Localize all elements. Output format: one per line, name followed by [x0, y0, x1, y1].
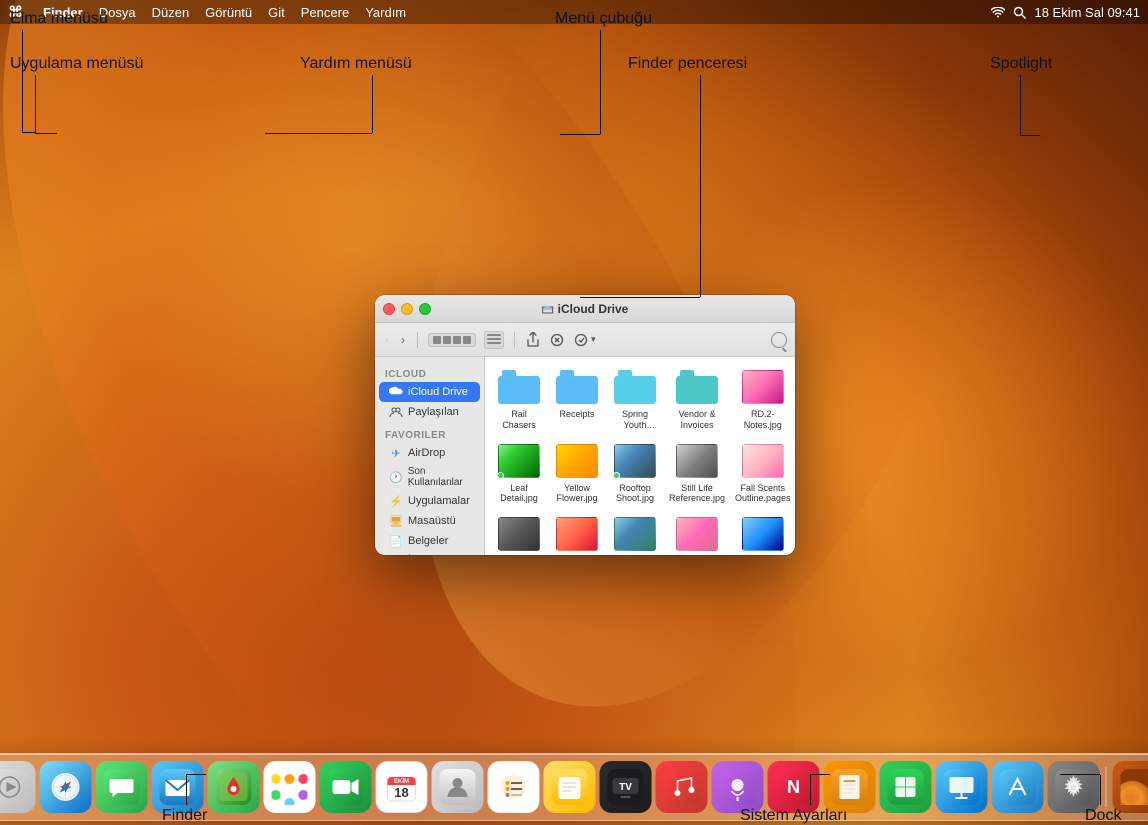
sidebar-item-downloads[interactable]: ⬇ İndirilenler — [379, 551, 480, 555]
menubar-pencere[interactable]: Pencere — [301, 5, 349, 20]
dock-app-facetime[interactable] — [320, 761, 372, 813]
file-item-leaf[interactable]: Leaf Detail.jpg — [493, 439, 545, 507]
minimize-button[interactable] — [401, 303, 413, 315]
dock-app-reminders[interactable] — [488, 761, 540, 813]
file-item-mexico-city[interactable]: Mexico City.jpeg — [551, 512, 603, 555]
zoom-button[interactable] — [419, 303, 431, 315]
menubar-duzen[interactable]: Düzen — [152, 5, 190, 20]
wifi-icon — [991, 7, 1005, 18]
finder-body: iCloud iCloud Drive Paylaşılan Favoriler… — [375, 357, 795, 555]
sidebar-item-docs[interactable]: 📄 Belgeler — [379, 531, 480, 551]
menubar-finder[interactable]: Finder — [43, 5, 83, 20]
apple-menu-icon[interactable]: ⌘ — [8, 3, 23, 21]
share-icon[interactable] — [525, 332, 541, 348]
dock-app-launchpad[interactable] — [0, 761, 36, 813]
dock: 18 EKİM — [0, 753, 1148, 821]
sidebar-paylasilanlar-label: Paylaşılan — [408, 406, 459, 418]
finder-titlebar: iCloud Drive — [375, 295, 795, 323]
file-item-rooftop[interactable]: Rooftop Shoot.jpg — [609, 439, 661, 507]
back-button[interactable]: ‹ — [383, 333, 391, 347]
dock-app-music[interactable] — [656, 761, 708, 813]
favorites-section-label: Favoriler — [375, 426, 484, 443]
file-item-receipts[interactable]: Receipts — [551, 365, 603, 433]
finder-content: Rail Chasers Receipts — [485, 357, 795, 555]
file-item-yellow-flower[interactable]: Yellow Flower.jpg — [551, 439, 603, 507]
action-icon[interactable] — [549, 332, 565, 348]
sidebar-item-apps[interactable]: ⚡ Uygulamalar — [379, 491, 480, 511]
menubar-yardim[interactable]: Yardım — [365, 5, 406, 20]
close-button[interactable] — [383, 303, 395, 315]
finder-toolbar: ‹ › ▾ — [375, 323, 795, 357]
dock-app-contacts[interactable] — [432, 761, 484, 813]
file-item-still-life[interactable]: Still Life Reference.jpg — [667, 439, 727, 507]
traffic-lights — [383, 303, 431, 315]
svg-text:18: 18 — [394, 785, 408, 800]
dock-app-store[interactable] — [992, 761, 1044, 813]
finder-window: iCloud Drive ‹ › ▾ — [375, 295, 795, 555]
dock-app-screensaver[interactable] — [1113, 761, 1148, 813]
dock-app-news[interactable]: N — [768, 761, 820, 813]
finder-window-title: iCloud Drive — [542, 302, 629, 316]
file-item-rd2-notes[interactable]: RD.2-Notes.jpg — [733, 365, 793, 433]
sidebar-item-icloud-drive[interactable]: iCloud Drive — [379, 382, 480, 402]
dock-app-tv[interactable]: TV — [600, 761, 652, 813]
sidebar-icloud-drive-label: iCloud Drive — [408, 386, 468, 398]
dock-app-mail[interactable] — [152, 761, 204, 813]
file-item-rail-chasers[interactable]: Rail Chasers — [493, 365, 545, 433]
dock-app-calendar[interactable]: 18 EKİM — [376, 761, 428, 813]
file-item-title-cover[interactable]: Title Cover.jpg — [493, 512, 545, 555]
file-item-fall-scents[interactable]: Fall Scents Outline.pages — [733, 439, 793, 507]
file-item-vendor[interactable]: Vendor & Invoices — [667, 365, 727, 433]
finder-search-button[interactable] — [771, 332, 787, 348]
file-grid: Rail Chasers Receipts — [493, 365, 787, 555]
dock-app-pages[interactable] — [824, 761, 876, 813]
dock-app-numbers[interactable] — [880, 761, 932, 813]
list-view-button[interactable] — [484, 331, 504, 349]
dock-app-notes[interactable] — [544, 761, 596, 813]
menubar: ⌘ Finder Dosya Düzen Görüntü Git Pencere… — [0, 0, 1148, 24]
dock-app-messages[interactable] — [96, 761, 148, 813]
view-options[interactable]: ▾ — [573, 332, 596, 348]
svg-text:N: N — [787, 777, 800, 797]
dock-app-keynote[interactable] — [936, 761, 988, 813]
icloud-section-label: iCloud — [375, 365, 484, 382]
menubar-git[interactable]: Git — [268, 5, 285, 20]
finder-sidebar: iCloud iCloud Drive Paylaşılan Favoriler… — [375, 357, 485, 555]
dock-app-photos[interactable] — [264, 761, 316, 813]
menubar-datetime: 18 Ekim Sal 09:41 — [1034, 5, 1140, 20]
file-item-lone-pine[interactable]: Lone Pine.jpeg — [609, 512, 661, 555]
dock-app-podcasts[interactable] — [712, 761, 764, 813]
search-icon[interactable] — [1013, 6, 1026, 19]
forward-button[interactable]: › — [399, 333, 407, 347]
sidebar-item-recent[interactable]: 🕐 Son Kullanılanlar — [379, 463, 480, 491]
file-item-pink[interactable]: Pink.jpeg — [667, 512, 727, 555]
sidebar-item-desktop[interactable]: 🖥 Masaüstü — [379, 511, 480, 531]
sidebar-item-paylasilanlar[interactable]: Paylaşılan — [379, 402, 480, 422]
menubar-goruntu[interactable]: Görüntü — [205, 5, 252, 20]
menubar-dosya[interactable]: Dosya — [99, 5, 136, 20]
svg-text:TV: TV — [619, 782, 632, 793]
dock-app-maps[interactable] — [208, 761, 260, 813]
svg-text:EKİM: EKİM — [394, 778, 409, 785]
icon-view-button[interactable] — [428, 333, 476, 347]
dock-separator — [1106, 767, 1107, 807]
sidebar-item-airdrop[interactable]: ✈ AirDrop — [379, 443, 480, 463]
dock-app-system-settings[interactable] — [1048, 761, 1100, 813]
file-item-spring-youth[interactable]: Spring Youth Council — [609, 365, 661, 433]
file-item-skater[interactable]: Skater.jpeg — [733, 512, 793, 555]
dock-app-safari[interactable] — [40, 761, 92, 813]
